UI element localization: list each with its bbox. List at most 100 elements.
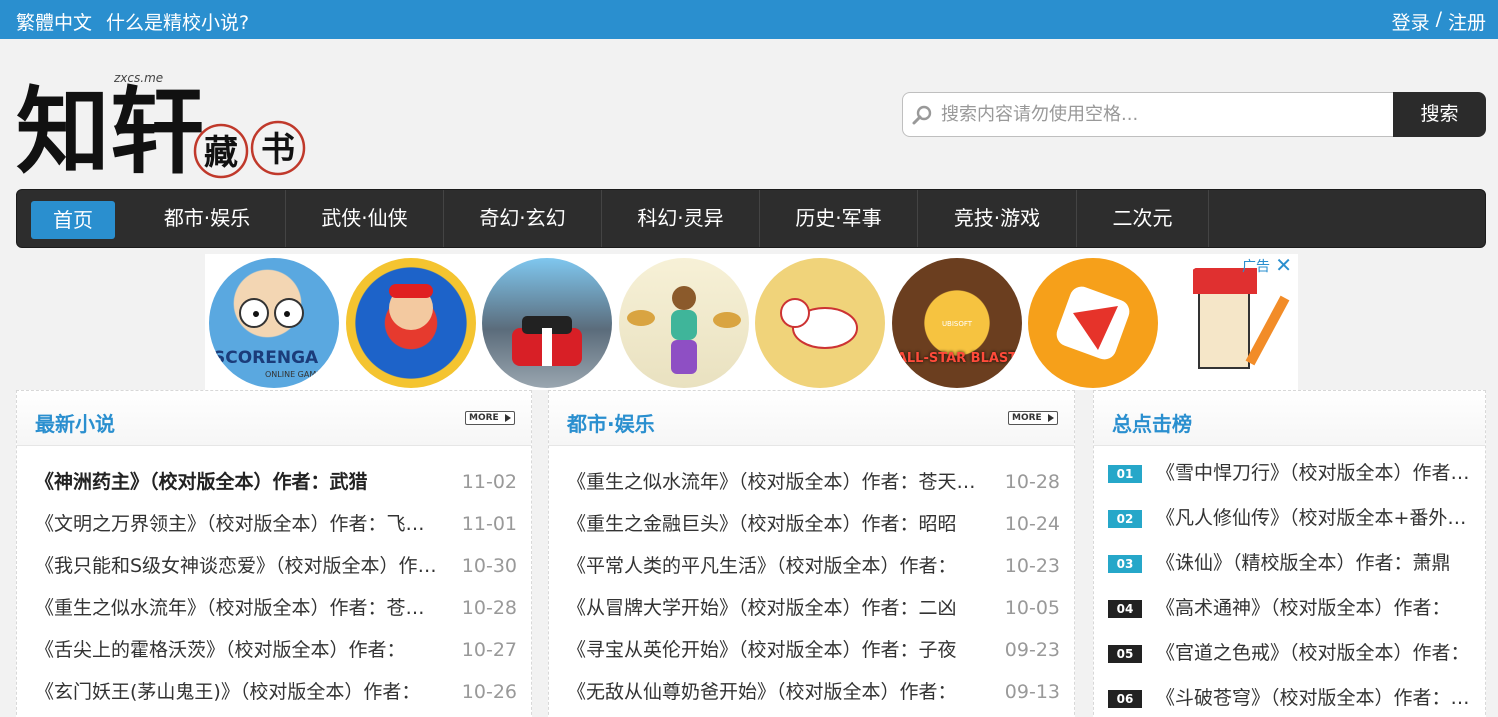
fox-icon	[780, 298, 858, 349]
top-bar: 繁體中文 什么是精校小说? 登录 / 注册	[0, 0, 1498, 39]
novel-date: 11-02	[461, 471, 517, 493]
ad-game-1[interactable]: SCORENGA ONLINE GAMES	[209, 258, 339, 388]
nav-item-wuxia[interactable]: 武侠·仙侠	[286, 190, 444, 247]
novel-title-link[interactable]: 《重生之似水流年》（校对版全本）作者：苍天白鹤	[567, 461, 977, 503]
panel-header: 总点击榜	[1094, 391, 1485, 446]
novel-title-link[interactable]: 《神洲药主》（校对版全本）作者：武猎	[35, 461, 368, 503]
nav-item-scifi[interactable]: 科幻·灵异	[602, 190, 760, 247]
novel-title-link[interactable]: 《重生之似水流年》（校对版全本）作者：苍天白鹤	[35, 587, 443, 629]
panel-header: 最新小说 MORE	[17, 391, 531, 446]
panel-header: 都市·娱乐 MORE	[549, 391, 1074, 446]
novel-date: 10-28	[1004, 471, 1060, 493]
list-item[interactable]: 《寻宝从英伦开始》（校对版全本）作者：子夜 09-23	[567, 629, 1060, 671]
about-link[interactable]: 什么是精校小说?	[106, 8, 249, 35]
list-item[interactable]: 《平常人类的平凡生活》（校对版全本）作者： 10-23	[567, 545, 1060, 587]
mario-icon	[389, 284, 433, 330]
novel-date: 09-23	[1004, 639, 1060, 661]
ad-banner[interactable]: SCORENGA ONLINE GAMES UBISOFT ALL-STAR B…	[205, 253, 1298, 390]
list-item[interactable]: 《从冒牌大学开始》（校对版全本）作者：二凶 10-05	[567, 587, 1060, 629]
rank-number: 04	[1108, 600, 1142, 618]
novel-date: 10-23	[1004, 555, 1060, 577]
login-link[interactable]: 登录	[1392, 8, 1430, 35]
top-bar-left: 繁體中文 什么是精校小说?	[16, 8, 249, 35]
novel-title-link[interactable]: 《高术通神》（校对版全本）作者：	[1156, 586, 1451, 631]
car-icon	[512, 316, 582, 366]
rank-number: 01	[1108, 465, 1142, 483]
nav-item-label: 首页	[31, 200, 115, 239]
novel-title-link[interactable]: 《无敌从仙尊奶爸开始》（校对版全本）作者：	[567, 671, 957, 713]
more-button[interactable]: MORE	[1008, 411, 1058, 425]
list-item[interactable]: 01 《雪中悍刀行》（校对版全本）作者：烽火戏诸侯	[1108, 451, 1476, 496]
list-item[interactable]: 04 《高术通神》（校对版全本）作者：	[1108, 586, 1475, 631]
ad-game-2[interactable]	[346, 258, 476, 388]
list-item[interactable]: 03 《诛仙》（精校版全本）作者：萧鼎	[1108, 541, 1475, 586]
list-item[interactable]: 06 《斗破苍穹》（校对版全本）作者：天蚕土豆	[1108, 676, 1476, 717]
nav-item-urban[interactable]: 都市·娱乐	[129, 190, 286, 247]
ad-game-7[interactable]	[1028, 258, 1158, 388]
more-button[interactable]: MORE	[465, 411, 515, 425]
click-rank-panel: 总点击榜 01 《雪中悍刀行》（校对版全本）作者：烽火戏诸侯 02 《凡人修仙传》（…	[1093, 390, 1486, 717]
panel-title: 最新小说	[35, 412, 115, 436]
novel-title-link[interactable]: 《玄门妖王(茅山鬼王)》（校对版全本）作者：	[35, 671, 420, 713]
login-separator: /	[1435, 8, 1442, 30]
nav-item-acg[interactable]: 二次元	[1077, 190, 1209, 247]
ad-game-6[interactable]: UBISOFT ALL-STAR BLAST	[892, 258, 1022, 388]
list-item[interactable]: 《玄门妖王(茅山鬼王)》（校对版全本）作者： 10-26	[35, 671, 517, 713]
panel-title: 总点击榜	[1112, 412, 1192, 436]
novel-list: 《神洲药主》（校对版全本）作者：武猎 11-02 《文明之万界领主》（校对版全本）…	[35, 461, 517, 713]
rank-number: 03	[1108, 555, 1142, 573]
urban-novels-panel: 都市·娱乐 MORE 《重生之似水流年》（校对版全本）作者：苍天白鹤 10-28 …	[548, 390, 1075, 717]
novel-list: 《重生之似水流年》（校对版全本）作者：苍天白鹤 10-28 《重生之金融巨头》（校…	[567, 461, 1060, 713]
novel-date: 10-24	[1004, 513, 1060, 535]
novel-title-link[interactable]: 《平常人类的平凡生活》（校对版全本）作者：	[567, 545, 957, 587]
rank-number: 05	[1108, 645, 1142, 663]
nav-item-label: 都市·娱乐	[163, 206, 251, 230]
list-item[interactable]: 《重生之似水流年》（校对版全本）作者：苍天白鹤 10-28	[567, 461, 1060, 503]
ad-game-8[interactable]	[1165, 258, 1295, 388]
nav-item-games[interactable]: 竞技·游戏	[918, 190, 1077, 247]
panel-title: 都市·娱乐	[567, 412, 655, 436]
novel-title-link[interactable]: 《舌尖上的霍格沃茨》（校对版全本）作者：	[35, 629, 406, 671]
search-box	[902, 92, 1394, 137]
search-button[interactable]: 搜索	[1393, 92, 1486, 137]
close-icon[interactable]: ✕	[1275, 253, 1292, 277]
traditional-chinese-link[interactable]: 繁體中文	[16, 8, 92, 35]
list-item[interactable]: 02 《凡人修仙传》（校对版全本+番外）作者：忘语	[1108, 496, 1476, 541]
novel-title-link[interactable]: 《诛仙》（精校版全本）作者：萧鼎	[1156, 541, 1451, 586]
novel-title-link[interactable]: 《从冒牌大学开始》（校对版全本）作者：二凶	[567, 587, 957, 629]
ad-game-4[interactable]	[619, 258, 749, 388]
nav-item-home[interactable]: 首页	[17, 190, 129, 247]
novel-title-link[interactable]: 《雪中悍刀行》（校对版全本）作者：烽火戏诸侯	[1156, 451, 1476, 496]
novel-date: 10-30	[461, 555, 517, 577]
novel-title-link[interactable]: 《凡人修仙传》（校对版全本+番外）作者：忘语	[1156, 496, 1476, 541]
ad-game-3[interactable]	[482, 258, 612, 388]
list-item[interactable]: 05 《官道之色戒》（校对版全本）作者：	[1108, 631, 1475, 676]
list-item[interactable]: 《文明之万界领主》（校对版全本）作者：飞翔的猪 11-01	[35, 503, 517, 545]
logo-seal-text-1: 藏	[204, 133, 238, 173]
main-nav: 首页 都市·娱乐 武侠·仙侠 奇幻·玄幻 科幻·灵异 历史·军事 竞技·游戏 二…	[16, 189, 1486, 248]
nav-item-fantasy[interactable]: 奇幻·玄幻	[444, 190, 602, 247]
nav-item-history[interactable]: 历史·军事	[760, 190, 918, 247]
logo-main-text: 知轩	[16, 77, 204, 186]
nav-item-label: 二次元	[1112, 206, 1173, 230]
list-item[interactable]: 《重生之似水流年》（校对版全本）作者：苍天白鹤 10-28	[35, 587, 517, 629]
search-input[interactable]	[941, 99, 1381, 130]
novel-title-link[interactable]: 《官道之色戒》（校对版全本）作者：	[1156, 631, 1470, 676]
list-item[interactable]: 《无敌从仙尊奶爸开始》（校对版全本）作者： 09-13	[567, 671, 1060, 713]
site-logo[interactable]: 知轩 zxcs.me 藏 书	[16, 68, 316, 187]
novel-title-link[interactable]: 《我只能和S级女神谈恋爱》（校对版全本）作者：	[35, 545, 443, 587]
register-link[interactable]: 注册	[1448, 8, 1486, 35]
nav-item-label: 武侠·仙侠	[321, 206, 408, 230]
list-item[interactable]: 《舌尖上的霍格沃茨》（校对版全本）作者： 10-27	[35, 629, 517, 671]
novel-title-link[interactable]: 《寻宝从英伦开始》（校对版全本）作者：子夜	[567, 629, 957, 671]
search-bar: 搜索	[902, 92, 1486, 137]
list-item[interactable]: 《神洲药主》（校对版全本）作者：武猎 11-02	[35, 461, 517, 503]
novel-title-link[interactable]: 《重生之金融巨头》（校对版全本）作者：昭昭	[567, 503, 957, 545]
list-item[interactable]: 《我只能和S级女神谈恋爱》（校对版全本）作者： 10-30	[35, 545, 517, 587]
list-item[interactable]: 《重生之金融巨头》（校对版全本）作者：昭昭 10-24	[567, 503, 1060, 545]
novel-title-link[interactable]: 《斗破苍穹》（校对版全本）作者：天蚕土豆	[1156, 676, 1476, 717]
ad-game-5[interactable]	[755, 258, 885, 388]
novel-date: 10-28	[461, 597, 517, 619]
novel-title-link[interactable]: 《文明之万界领主》（校对版全本）作者：飞翔的猪	[35, 503, 443, 545]
nav-item-label: 历史·军事	[795, 206, 882, 230]
